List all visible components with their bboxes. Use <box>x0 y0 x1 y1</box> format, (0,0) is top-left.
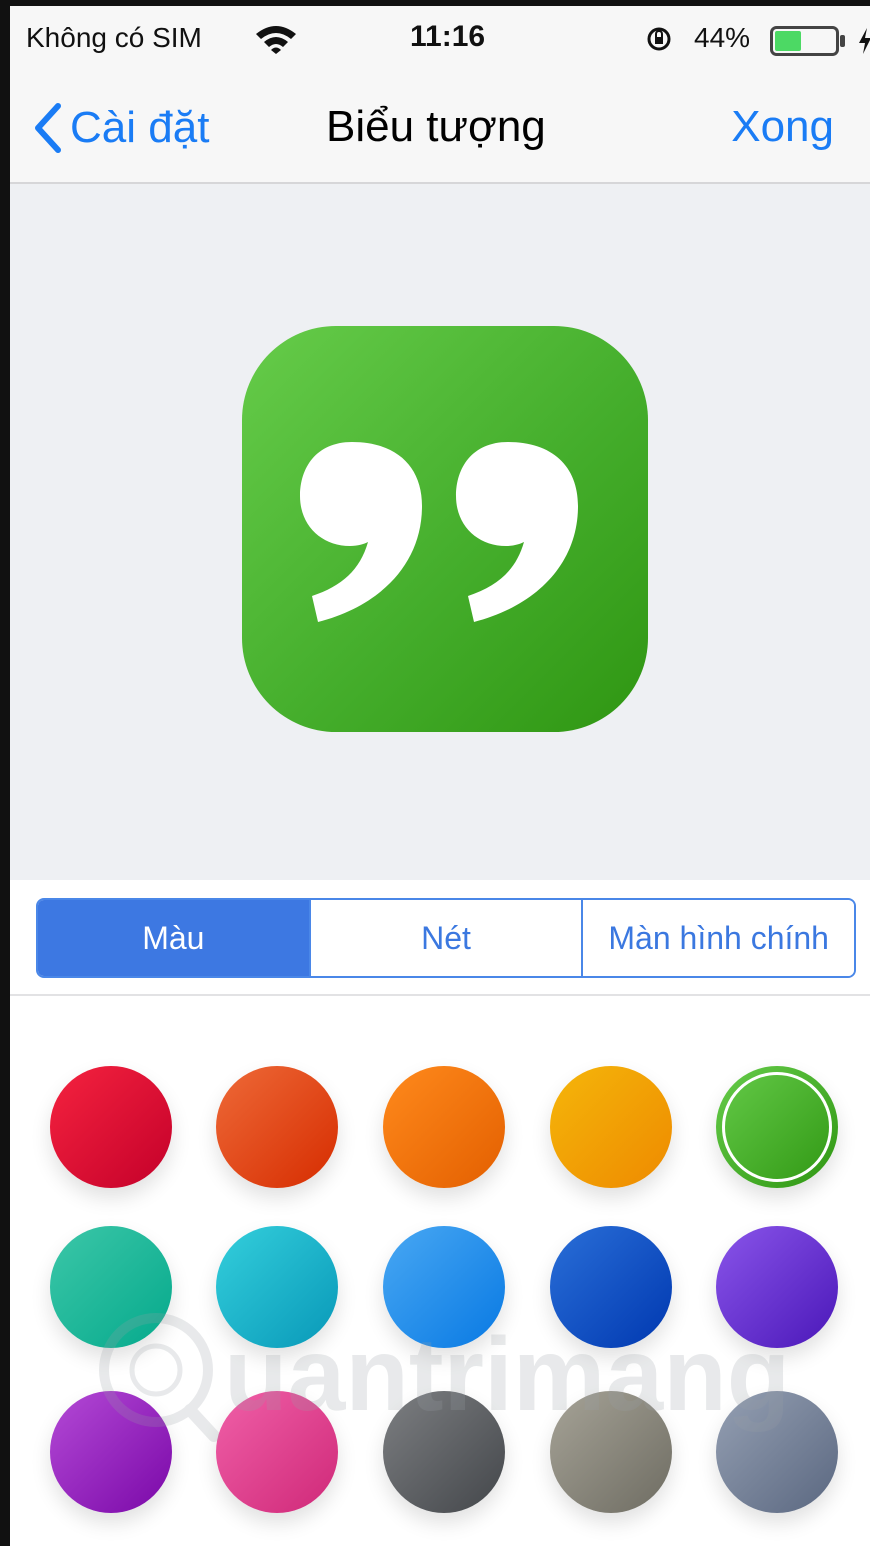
color-swatch-cyan[interactable] <box>216 1226 338 1348</box>
segmented-control: Màu Nét Màn hình chính <box>36 898 856 978</box>
done-button[interactable]: Xong <box>731 102 834 152</box>
wifi-icon <box>256 26 296 54</box>
status-bar: Không có SIM 11:16 44% <box>10 6 870 74</box>
nav-bar: Cài đặt Biểu tượng Xong <box>10 74 870 184</box>
color-swatch-red[interactable] <box>50 1066 172 1188</box>
battery-percent: 44% <box>694 22 751 53</box>
quote-icon <box>300 442 578 622</box>
icon-preview-area <box>10 184 870 880</box>
color-swatch-green[interactable] <box>716 1066 838 1188</box>
status-time: 11:16 <box>410 20 486 53</box>
rotation-lock-icon <box>647 27 671 51</box>
color-swatch-blue[interactable] <box>383 1226 505 1348</box>
color-swatch-orange[interactable] <box>383 1066 505 1188</box>
segment-color[interactable]: Màu <box>38 900 309 976</box>
color-swatch-dark-gray[interactable] <box>383 1391 505 1513</box>
segment-home-screen[interactable]: Màn hình chính <box>581 900 854 976</box>
back-button[interactable]: Cài đặt <box>32 98 209 158</box>
charging-icon <box>859 28 870 54</box>
color-swatch-pink[interactable] <box>216 1391 338 1513</box>
app-icon-preview <box>242 326 648 732</box>
segment-area: Màu Nét Màn hình chính <box>10 880 870 996</box>
chevron-left-icon <box>35 103 61 153</box>
color-swatch-teal[interactable] <box>50 1226 172 1348</box>
color-swatch-violet[interactable] <box>716 1226 838 1348</box>
page-title: Biểu tượng <box>326 102 546 151</box>
color-swatch-red-orange[interactable] <box>216 1066 338 1188</box>
segment-glyph[interactable]: Nét <box>308 900 582 976</box>
back-label: Cài đặt <box>70 103 210 152</box>
battery-icon <box>770 26 845 56</box>
color-swatch-yellow[interactable] <box>550 1066 672 1188</box>
color-swatch-purple[interactable] <box>50 1391 172 1513</box>
frame-left <box>0 0 10 1546</box>
color-swatch-slate[interactable] <box>716 1391 838 1513</box>
color-swatch-dark-blue[interactable] <box>550 1226 672 1348</box>
carrier-label: Không có SIM <box>26 22 202 53</box>
color-swatch-taupe[interactable] <box>550 1391 672 1513</box>
color-grid <box>10 996 870 1546</box>
